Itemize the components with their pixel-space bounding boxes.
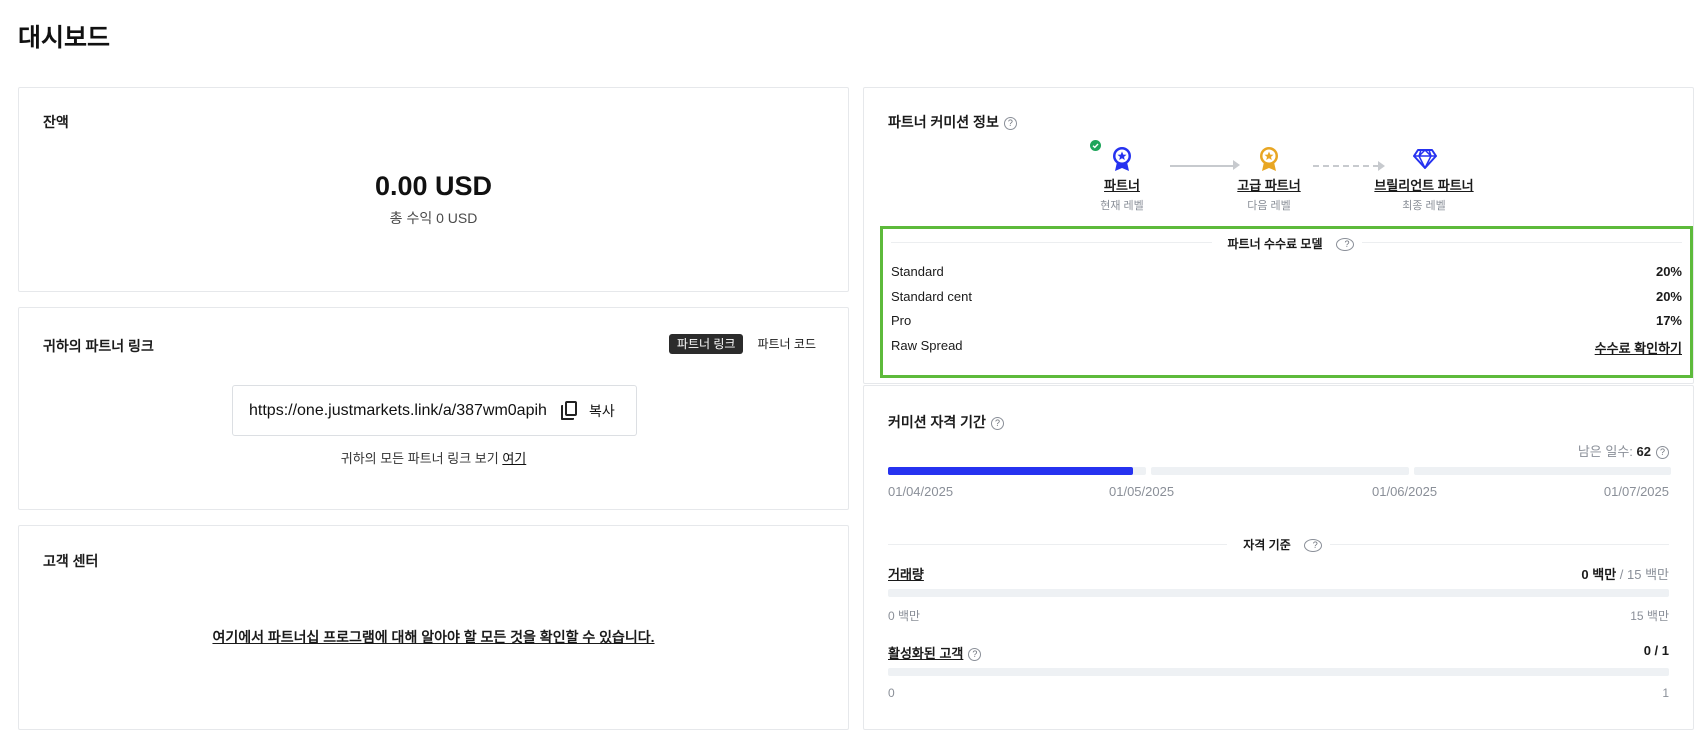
level-name[interactable]: 파트너	[1077, 175, 1167, 194]
all-links-note: 귀하의 모든 파트너 링크 보기 여기	[19, 448, 848, 467]
help-icon[interactable]: ?	[1656, 446, 1669, 460]
commission-card: 파트너 커미션 정보? 파트너 현재 레벨 고급 파트너 다음 레벨 브릴리언트…	[863, 87, 1694, 384]
level-partner: 파트너 현재 레벨	[1077, 140, 1167, 213]
all-links-link[interactable]: 여기	[502, 451, 526, 466]
balance-card: 잔액 0.00 USD 총 수익 0 USD	[18, 87, 849, 292]
copy-icon[interactable]	[560, 400, 579, 421]
period-progress-fill	[888, 467, 1134, 475]
level-sub: 최종 레벨	[1402, 200, 1446, 212]
active-clients-value: 0 / 1	[1643, 643, 1669, 658]
date-label: 01/06/2025	[1372, 484, 1438, 499]
help-icon[interactable]: ?	[968, 648, 982, 662]
help-icon[interactable]: ?	[1303, 539, 1322, 553]
trading-volume-value: 0 백만 / 15 백만	[1581, 567, 1669, 582]
active-clients-bar	[888, 668, 1669, 676]
active-clients-min: 0	[888, 686, 895, 700]
balance-amount: 0.00 USD	[374, 171, 493, 201]
trading-volume-label[interactable]: 거래량	[888, 564, 924, 583]
days-left: 남은 일수: 62?	[1578, 441, 1669, 460]
qualification-period-card: 커미션 자격 기간? 남은 일수: 62? 01/04/2025 01/05/2…	[863, 385, 1694, 730]
account-type: Standard	[891, 264, 944, 279]
account-type: Raw Spread	[891, 338, 963, 353]
period-segment-3	[1414, 467, 1671, 475]
level-name[interactable]: 브릴리언트 파트너	[1369, 175, 1479, 194]
account-type: Pro	[891, 313, 912, 328]
support-title: 고객 센터	[43, 553, 99, 569]
model-row: Raw Spread 수수료 확인하기	[891, 338, 1682, 358]
link-code-toggle: 파트너 링크 파트너 코드	[668, 334, 824, 354]
date-label: 01/07/2025	[1603, 484, 1669, 499]
all-links-text: 귀하의 모든 파트너 링크 보기	[340, 451, 503, 466]
model-row: Standard 20%	[891, 264, 1682, 284]
balance-title: 잔액	[43, 114, 69, 130]
commission-rate: 20%	[1655, 289, 1682, 304]
trading-volume-max: 15 백만	[1630, 609, 1669, 623]
level-brilliant: 브릴리언트 파트너 최종 레벨	[1369, 146, 1479, 213]
account-type: Standard cent	[891, 289, 972, 304]
commission-title: 파트너 커미션 정보?	[888, 112, 1017, 132]
commission-rate: 20%	[1655, 264, 1682, 279]
period-title: 커미션 자격 기간?	[888, 412, 1004, 432]
active-clients-label[interactable]: 활성화된 고객?	[888, 643, 982, 662]
model-title: 파트너 수수료 모델?	[883, 235, 1690, 252]
check-badge-icon	[1090, 140, 1101, 151]
commission-model-box: 파트너 수수료 모델? Standard 20% Standard cent 2…	[880, 226, 1693, 378]
trading-volume-min: 0 백만	[888, 609, 921, 623]
help-icon[interactable]: ?	[1003, 116, 1017, 130]
help-icon[interactable]: ?	[1335, 238, 1354, 252]
help-icon[interactable]: ?	[990, 416, 1004, 430]
active-clients-max: 1	[1662, 686, 1669, 700]
partner-link-card: 귀하의 파트너 링크 파트너 링크 파트너 코드 https://one.jus…	[18, 307, 849, 510]
partner-link-tab[interactable]: 파트너 링크	[668, 334, 744, 354]
check-fees-link[interactable]: 수수료 확인하기	[1595, 338, 1682, 358]
partner-code-tab[interactable]: 파트너 코드	[749, 334, 824, 354]
copy-button[interactable]: 복사	[589, 401, 615, 421]
model-row: Pro 17%	[891, 313, 1682, 333]
date-label: 01/05/2025	[1109, 484, 1175, 499]
level-advanced: 고급 파트너 다음 레벨	[1224, 146, 1314, 213]
diamond-icon	[1413, 146, 1437, 172]
page-title: 대시보드	[18, 24, 111, 52]
support-card: 고객 센터 여기에서 파트너십 프로그램에 대해 알아야 할 모든 것을 확인할…	[18, 525, 849, 730]
medal-blue-icon	[1090, 140, 1133, 172]
partner-link-title: 귀하의 파트너 링크	[43, 338, 154, 354]
period-segment-2	[1151, 467, 1409, 475]
criteria-title: 자격 기준?	[864, 536, 1693, 553]
level-sub: 다음 레벨	[1247, 200, 1291, 212]
total-earnings: 총 수익 0 USD	[389, 210, 478, 226]
partner-link-url[interactable]: https://one.justmarkets.link/a/387wm0api…	[249, 402, 547, 420]
commission-rate: 17%	[1655, 313, 1682, 328]
model-row: Standard cent 20%	[891, 289, 1682, 309]
level-name[interactable]: 고급 파트너	[1224, 175, 1314, 194]
trading-volume-bar	[888, 589, 1669, 597]
program-info-link[interactable]: 여기에서 파트너십 프로그램에 대해 알아야 할 모든 것을 확인할 수 있습니…	[212, 629, 654, 645]
period-segment-1	[888, 467, 1146, 475]
date-label: 01/04/2025	[888, 484, 954, 499]
partner-link-field[interactable]: https://one.justmarkets.link/a/387wm0api…	[232, 385, 637, 436]
medal-gold-icon	[1258, 146, 1280, 172]
level-sub: 현재 레벨	[1100, 200, 1144, 212]
